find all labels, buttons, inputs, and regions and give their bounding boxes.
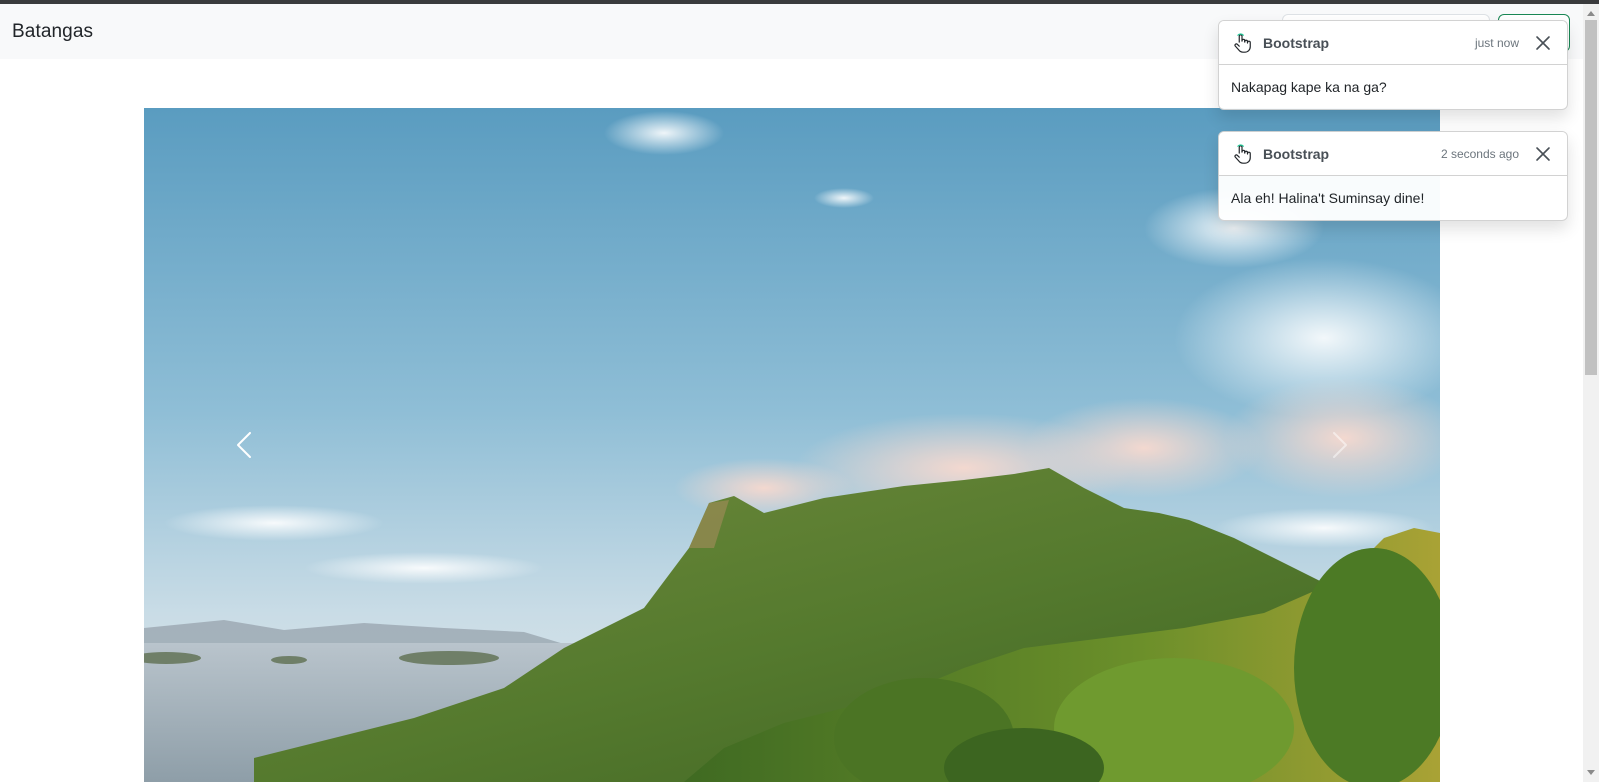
toast-timestamp: just now <box>1474 35 1519 50</box>
toast-message: Ala eh! Halina't Suminsay dine! <box>1231 190 1425 206</box>
hand-pointer-icon <box>1231 142 1255 166</box>
toast-message: Nakapag kape ka na ga? <box>1231 79 1387 95</box>
navbar-brand[interactable]: Batangas <box>12 21 93 43</box>
scrollbar-thumb[interactable] <box>1585 20 1597 375</box>
toast-title: Bootstrap <box>1263 145 1330 162</box>
close-icon[interactable] <box>1531 31 1555 55</box>
page-scrollbar[interactable] <box>1583 4 1599 782</box>
scroll-down-arrow-icon[interactable] <box>1583 766 1599 780</box>
toast-notification: Bootstrap just now Nakapag kape ka na ga… <box>1218 20 1568 110</box>
scroll-up-arrow-icon[interactable] <box>1583 6 1599 20</box>
carousel-prev-button[interactable] <box>144 108 344 782</box>
toast-notification: Bootstrap 2 seconds ago Ala eh! Halina't… <box>1218 131 1568 221</box>
toast-title: Bootstrap <box>1263 34 1330 51</box>
toast-timestamp: 2 seconds ago <box>1440 146 1519 161</box>
close-icon[interactable] <box>1531 142 1555 166</box>
chevron-right-icon <box>1332 431 1348 459</box>
toast-header: Bootstrap just now <box>1219 21 1567 65</box>
hand-pointer-icon <box>1231 31 1255 55</box>
toast-header: Bootstrap 2 seconds ago <box>1219 132 1567 176</box>
chevron-left-icon <box>236 431 252 459</box>
